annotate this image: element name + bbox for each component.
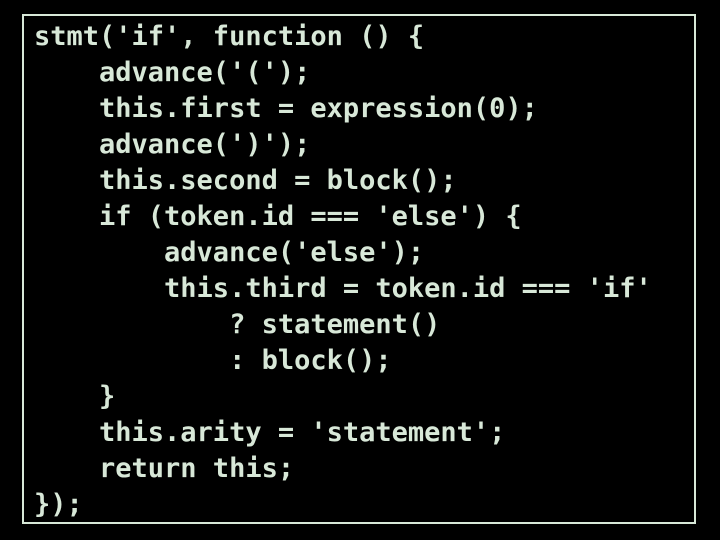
code-text: stmt('if', function () { advance('('); t… bbox=[34, 21, 652, 520]
code-frame: stmt('if', function () { advance('('); t… bbox=[22, 14, 696, 524]
code-block: stmt('if', function () { advance('('); t… bbox=[34, 20, 684, 524]
